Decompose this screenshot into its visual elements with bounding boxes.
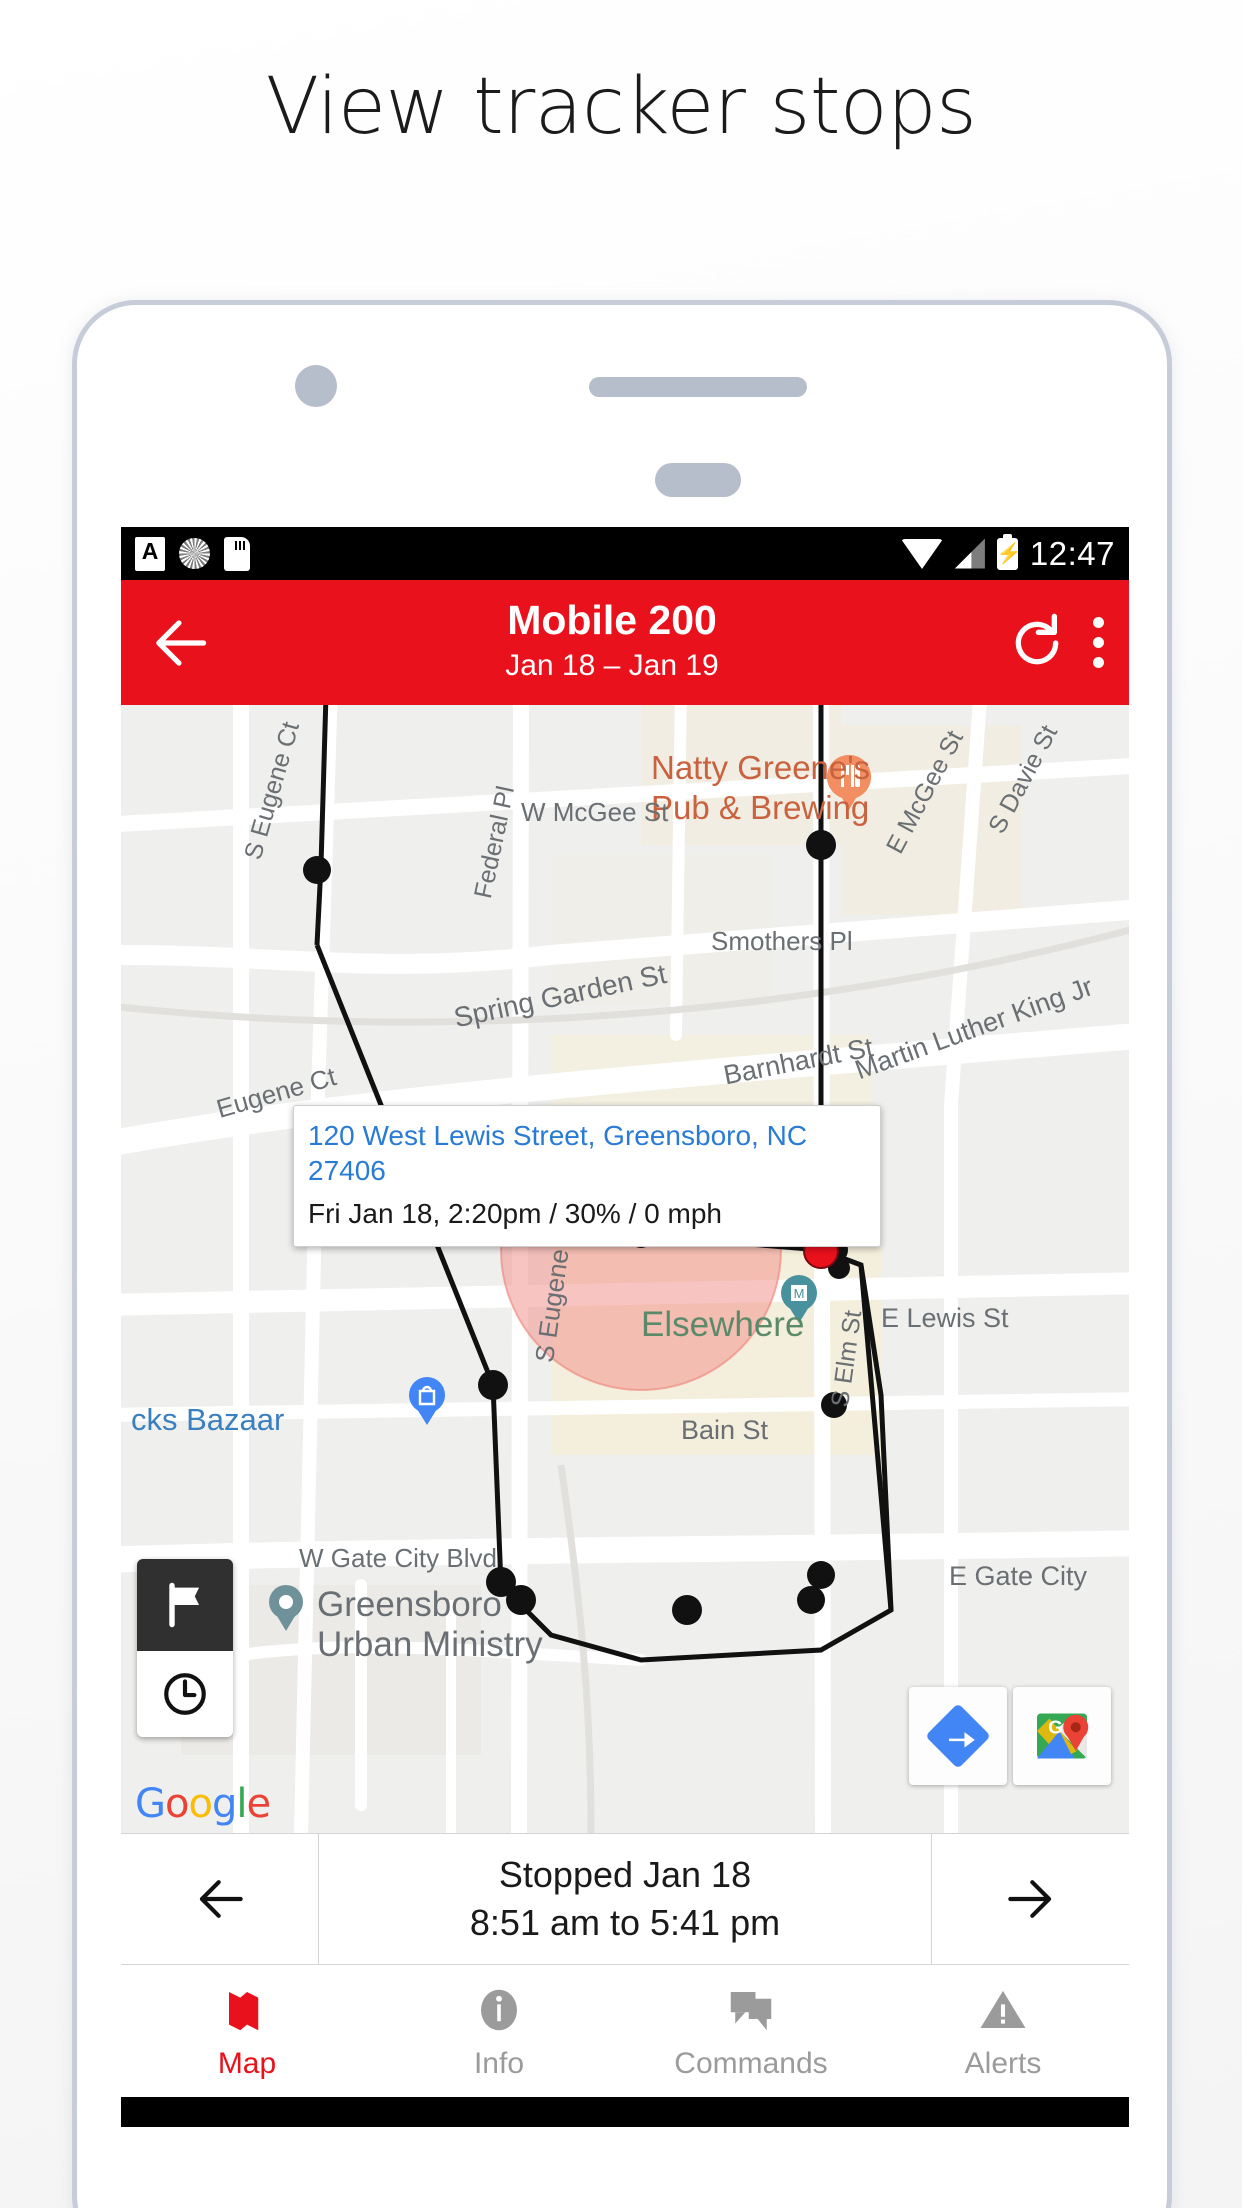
phone-mockup: A ⚡ 12:47 Mobile 200 Jan 18 – Jan 19 M N… bbox=[72, 300, 1172, 2208]
alerts-warning-icon bbox=[976, 1981, 1030, 2037]
status-left-icons: A bbox=[135, 536, 250, 571]
bottom-tab-bar: Map Info Commands Alerts bbox=[121, 1965, 1129, 2097]
commands-chat-icon bbox=[724, 1981, 778, 2037]
caps-lock-a-icon: A bbox=[135, 536, 165, 571]
google-maps-icon[interactable]: G bbox=[1013, 1687, 1111, 1785]
map-view[interactable]: M Natty Greene's Pub & Brewing W McGee S… bbox=[121, 705, 1129, 1833]
callout-address[interactable]: 120 West Lewis Street, Greensboro, NC 27… bbox=[308, 1118, 866, 1188]
tab-info[interactable]: Info bbox=[373, 1965, 625, 2097]
google-watermark: Google bbox=[135, 1781, 271, 1827]
stop-time-range: 8:51 am to 5:41 pm bbox=[469, 1902, 781, 1943]
navigation-bar bbox=[121, 2097, 1129, 2127]
map-canvas: M bbox=[121, 705, 1129, 1833]
previous-stop-arrow-icon[interactable] bbox=[121, 1834, 319, 1964]
app-bar: Mobile 200 Jan 18 – Jan 19 bbox=[121, 580, 1129, 705]
stop-status-line: Stopped Jan 18 bbox=[498, 1854, 752, 1895]
info-icon bbox=[472, 1981, 526, 2037]
screenshot-root: View tracker stops A ⚡ 12:47 Mobile 200 … bbox=[0, 0, 1242, 2208]
app-bar-subtitle: Jan 18 – Jan 19 bbox=[505, 649, 719, 683]
next-stop-arrow-icon[interactable] bbox=[931, 1834, 1129, 1964]
directions-icon[interactable] bbox=[909, 1687, 1007, 1785]
power-button bbox=[1167, 1025, 1172, 1205]
map-icon bbox=[220, 1981, 274, 2037]
android-status-bar: A ⚡ 12:47 bbox=[121, 527, 1129, 580]
map-control-stack[interactable] bbox=[137, 1559, 233, 1737]
svg-text:G: G bbox=[1048, 1717, 1063, 1738]
back-arrow-icon[interactable] bbox=[145, 606, 219, 680]
battery-charging-icon: ⚡ bbox=[996, 533, 1022, 570]
app-bar-titles: Mobile 200 Jan 18 – Jan 19 bbox=[219, 596, 1005, 687]
cell-signal-icon bbox=[955, 539, 985, 569]
tab-info-label: Info bbox=[473, 2047, 525, 2080]
tab-alerts-label: Alerts bbox=[964, 2047, 1042, 2080]
tab-commands[interactable]: Commands bbox=[625, 1965, 877, 2097]
phone-screen: A ⚡ 12:47 Mobile 200 Jan 18 – Jan 19 M N… bbox=[121, 527, 1129, 2208]
front-camera bbox=[295, 365, 337, 407]
tab-alerts[interactable]: Alerts bbox=[877, 1965, 1129, 2097]
svg-text:M: M bbox=[794, 1286, 805, 1301]
wifi-icon bbox=[900, 538, 943, 569]
sync-icon bbox=[179, 538, 210, 569]
tab-map-label: Map bbox=[217, 2047, 277, 2080]
status-right-icons: ⚡ 12:47 bbox=[900, 533, 1115, 573]
callout-details: Fri Jan 18, 2:20pm / 30% / 0 mph bbox=[308, 1198, 722, 1229]
volume-button bbox=[1167, 865, 1172, 985]
page-title: View tracker stops bbox=[265, 62, 977, 152]
tab-map[interactable]: Map bbox=[121, 1965, 373, 2097]
sd-card-icon bbox=[224, 536, 250, 571]
earpiece-speaker bbox=[589, 377, 807, 397]
tab-commands-label: Commands bbox=[674, 2047, 828, 2080]
flag-icon[interactable] bbox=[137, 1559, 233, 1651]
clock-history-icon[interactable] bbox=[137, 1651, 233, 1737]
home-button bbox=[655, 463, 741, 497]
stop-info-callout[interactable]: 120 West Lewis Street, Greensboro, NC 27… bbox=[293, 1105, 881, 1248]
status-clock: 12:47 bbox=[1029, 534, 1115, 572]
refresh-icon[interactable] bbox=[1005, 611, 1069, 675]
stop-summary: Stopped Jan 18 8:51 am to 5:41 pm bbox=[319, 1834, 931, 1964]
app-bar-title: Mobile 200 bbox=[507, 596, 717, 643]
stop-navigator-bar: Stopped Jan 18 8:51 am to 5:41 pm bbox=[121, 1833, 1129, 1965]
map-action-buttons[interactable]: G bbox=[909, 1687, 1111, 1785]
overflow-menu-icon[interactable] bbox=[1091, 617, 1105, 668]
